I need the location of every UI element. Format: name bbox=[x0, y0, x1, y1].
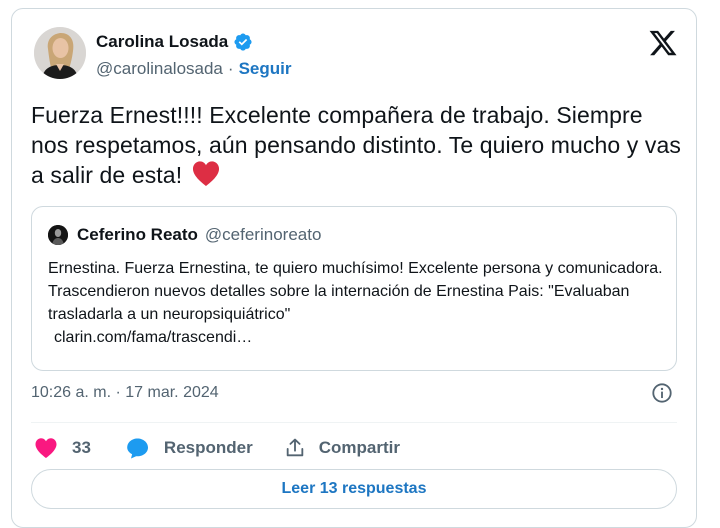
tweet-timestamp[interactable]: 10:26 a. m. · 17 mar. 2024 bbox=[31, 384, 219, 402]
x-logo-icon[interactable] bbox=[648, 28, 678, 58]
share-upload-icon bbox=[286, 438, 303, 457]
reply-label: Responder bbox=[163, 438, 253, 457]
quoted-tweet-link[interactable]: clarin.com/fama/trascendi… bbox=[48, 326, 663, 349]
read-replies-button[interactable]: Leer 13 respuestas bbox=[31, 469, 677, 509]
reply-button[interactable]: Responder bbox=[126, 437, 253, 459]
tweet-actions-bar: 33 Responder Compartir bbox=[34, 433, 400, 463]
info-icon[interactable] bbox=[651, 382, 673, 404]
quoted-author-avatar[interactable] bbox=[48, 225, 68, 245]
quoted-tweet[interactable]: Ceferino Reato @ceferinoreato Ernestina.… bbox=[31, 206, 677, 371]
separator-dot: · bbox=[227, 59, 234, 78]
author-avatar[interactable] bbox=[34, 27, 86, 79]
tweet-embed-card: Carolina Losada @carolinalosada · Seguir… bbox=[11, 8, 697, 528]
author-name[interactable]: Carolina Losada bbox=[96, 32, 228, 52]
like-count: 33 bbox=[72, 438, 91, 457]
author-handle-row: @carolinalosada · Seguir bbox=[96, 59, 291, 79]
like-button[interactable]: 33 bbox=[34, 437, 91, 459]
share-button[interactable]: Compartir bbox=[284, 437, 400, 459]
tweet-body: Fuerza Ernest!!!! Excelente compañera de… bbox=[31, 102, 681, 188]
author-name-row: Carolina Losada bbox=[96, 32, 253, 52]
share-label: Compartir bbox=[318, 438, 400, 457]
divider bbox=[31, 422, 677, 423]
read-replies-label: Leer 13 respuestas bbox=[281, 480, 427, 497]
quoted-author-row: Ceferino Reato @ceferinoreato bbox=[77, 225, 321, 245]
quoted-author-name: Ceferino Reato bbox=[77, 225, 198, 244]
reply-bubble-icon bbox=[127, 438, 148, 459]
verified-badge-icon bbox=[234, 33, 252, 51]
quoted-tweet-text: Ernestina. Fuerza Ernestina, te quiero m… bbox=[48, 257, 663, 349]
follow-button[interactable]: Seguir bbox=[239, 59, 292, 79]
red-heart-emoji-icon bbox=[192, 161, 219, 187]
quoted-author-handle: @ceferinoreato bbox=[204, 225, 322, 244]
author-handle[interactable]: @carolinalosada bbox=[96, 59, 223, 79]
heart-icon bbox=[35, 438, 57, 458]
quoted-tweet-body: Ernestina. Fuerza Ernestina, te quiero m… bbox=[48, 260, 663, 323]
tweet-text: Fuerza Ernest!!!! Excelente compañera de… bbox=[31, 101, 681, 191]
